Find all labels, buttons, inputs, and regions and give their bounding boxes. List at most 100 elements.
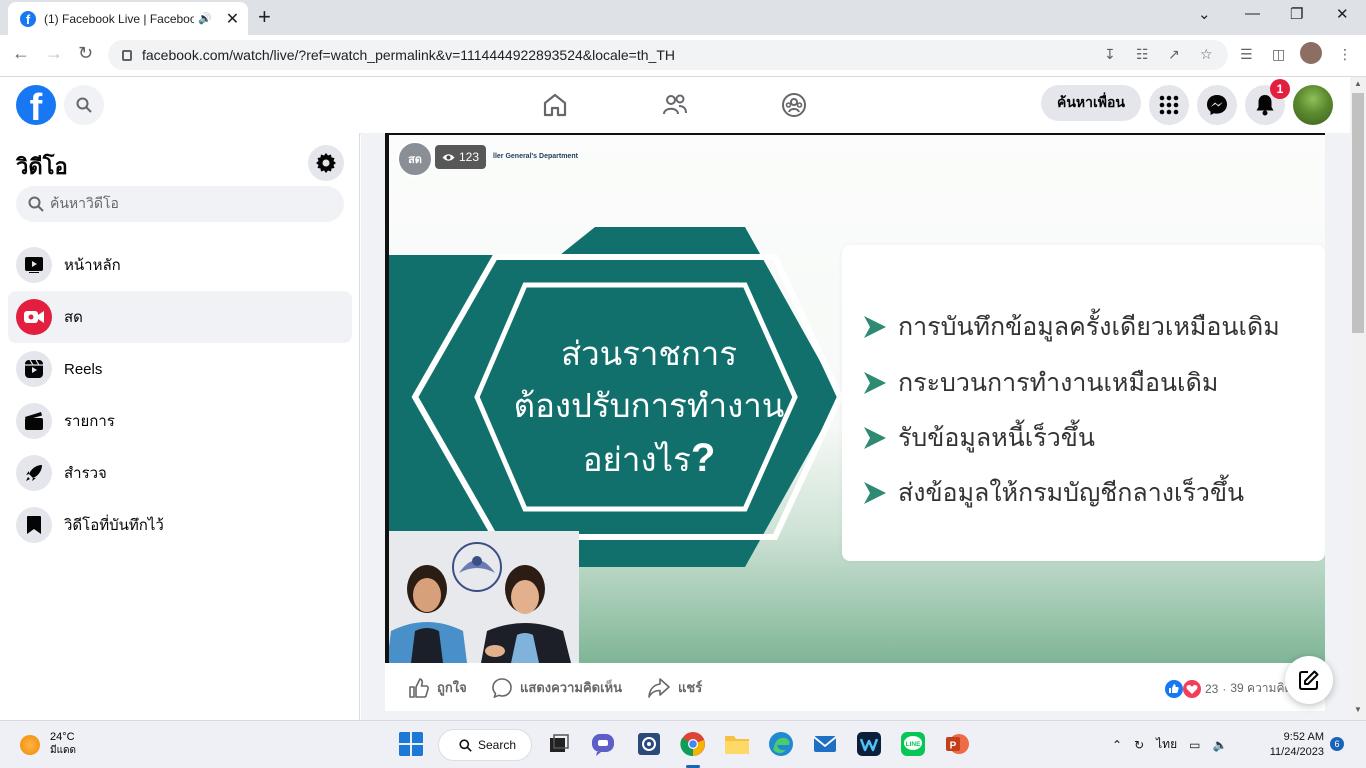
tab-search-chevron-icon[interactable]: ⌄ [1198, 5, 1211, 23]
sidebar-item-shows[interactable]: รายการ [8, 395, 352, 447]
weather-description: มีแดด [50, 745, 77, 756]
powerpoint-icon[interactable]: P [944, 731, 970, 757]
share-button[interactable]: แชร์ [648, 677, 702, 698]
close-tab-icon[interactable]: ✕ [226, 9, 239, 29]
account-avatar[interactable] [1293, 85, 1333, 125]
taskbar-search-button[interactable]: Search [438, 729, 532, 761]
facebook-favicon-icon: f [20, 10, 36, 27]
messenger-button[interactable] [1197, 85, 1237, 125]
comment-button[interactable]: แสดงความคิดเห็น [492, 677, 622, 698]
sidebar-item-explore[interactable]: สำรวจ [8, 447, 352, 499]
sidebar-item-home[interactable]: หน้าหลัก [8, 239, 352, 291]
search-button[interactable] [64, 85, 104, 125]
screen-capture-icon[interactable] [636, 731, 662, 757]
reaction-summary[interactable]: 23 · 39 ความคิดเ [1165, 679, 1296, 698]
bookmark-star-icon[interactable]: ☆ [1200, 46, 1213, 63]
home-icon[interactable] [541, 91, 569, 119]
video-sidebar: วิดีโอ ค้นหาวิดีโอ หน้าหลัก สด Reels ราย… [0, 133, 360, 720]
compose-icon [1299, 670, 1319, 690]
rocket-icon [16, 455, 52, 491]
scroll-up-arrow-icon[interactable]: ▲ [1354, 79, 1362, 88]
reaction-count: 23 [1205, 681, 1219, 696]
line-app-icon[interactable]: LINE [900, 731, 926, 757]
new-message-button[interactable] [1285, 656, 1333, 704]
svg-text:P: P [950, 741, 957, 752]
tray-chevron-up-icon[interactable]: ⌃ [1112, 738, 1122, 752]
windows-start-icon[interactable] [398, 731, 424, 757]
browser-toolbar: ← → ↻ facebook.com/watch/live/?ref=watch… [0, 35, 1366, 77]
system-clock[interactable]: 9:52 AM 11/24/2023 [1262, 730, 1324, 760]
sidebar-item-live[interactable]: สด [8, 291, 352, 343]
bullet-text: การบันทึกข้อมูลครั้งเดียวเหมือนเดิม [898, 313, 1280, 341]
love-reaction-icon [1183, 679, 1201, 698]
url-text[interactable]: facebook.com/watch/live/?ref=watch_perma… [142, 47, 675, 63]
sun-icon [20, 734, 40, 755]
slide-bullet-card: การบันทึกข้อมูลครั้งเดียวเหมือนเดิม กระบ… [842, 245, 1325, 561]
task-view-icon[interactable] [546, 731, 572, 757]
notification-center-badge[interactable]: 6 [1330, 737, 1344, 751]
question-mark: ? [690, 436, 716, 480]
sidebar-title: วิดีโอ [16, 154, 68, 179]
slide-bullet: ส่งข้อมูลให้กรมบัญชีกลางเร็วขึ้น [862, 473, 1244, 513]
facebook-header: f ค้นหาเพื่อน 1 [0, 77, 1350, 133]
maximize-button[interactable]: ❐ [1290, 5, 1303, 23]
scrollbar-thumb[interactable] [1352, 93, 1364, 333]
groups-icon[interactable] [780, 91, 808, 119]
side-panel-icon[interactable]: ◫ [1272, 46, 1285, 63]
sync-icon[interactable]: ↻ [1134, 738, 1144, 752]
chrome-icon[interactable] [680, 731, 706, 757]
display-icon[interactable]: ▭ [1189, 738, 1200, 752]
menu-button[interactable] [1149, 85, 1189, 125]
comment-icon [492, 677, 512, 698]
media-control-icon[interactable]: ☰ [1240, 46, 1253, 63]
translate-icon[interactable]: ☷ [1136, 46, 1149, 63]
friends-icon[interactable] [661, 91, 689, 119]
like-label: ถูกใจ [437, 680, 467, 695]
like-reaction-icon [1165, 679, 1183, 698]
post-action-bar: ถูกใจ แสดงความคิดเห็น แชร์ 23 · 39 ความค… [385, 663, 1325, 711]
reels-icon [16, 351, 52, 387]
webex-icon[interactable] [856, 731, 882, 757]
address-bar[interactable]: facebook.com/watch/live/?ref=watch_perma… [108, 40, 1228, 70]
close-window-button[interactable]: ✕ [1336, 5, 1349, 23]
video-top-border [389, 133, 1325, 135]
share-icon [648, 677, 670, 698]
forward-arrow-icon[interactable]: → [45, 43, 63, 64]
video-search-input[interactable]: ค้นหาวิดีโอ [16, 186, 344, 222]
like-button[interactable]: ถูกใจ [409, 677, 467, 698]
chrome-menu-icon[interactable]: ⋮ [1338, 46, 1352, 63]
weather-widget[interactable]: 24°C มีแดด [20, 731, 76, 758]
bullet-arrow-icon [864, 427, 886, 449]
minimize-button[interactable]: — [1245, 5, 1260, 22]
settings-button[interactable] [308, 145, 344, 181]
teams-chat-icon[interactable] [590, 731, 616, 757]
new-tab-button[interactable]: + [258, 4, 271, 30]
scroll-down-arrow-icon[interactable]: ▼ [1354, 705, 1362, 714]
facebook-logo[interactable]: f [16, 85, 56, 125]
live-video-player[interactable]: สด 123 ller General's Department ส่วนราช… [385, 133, 1325, 663]
page-scrollbar[interactable]: ▲ ▼ [1350, 77, 1366, 720]
back-arrow-icon[interactable]: ← [12, 43, 30, 64]
sidebar-item-reels[interactable]: Reels [8, 343, 352, 395]
reload-icon[interactable]: ↻ [78, 43, 93, 64]
lock-icon[interactable] [122, 49, 132, 61]
audio-playing-icon[interactable]: 🔊 [198, 12, 212, 25]
edge-icon[interactable] [768, 731, 794, 757]
find-friends-button[interactable]: ค้นหาเพื่อน [1041, 85, 1141, 121]
browser-tab[interactable]: f (1) Facebook Live | Facebook 🔊 ✕ [8, 2, 248, 35]
install-app-icon[interactable]: ↧ [1104, 46, 1116, 63]
file-explorer-icon[interactable] [724, 731, 750, 757]
temperature: 24°C [50, 731, 75, 743]
live-badge: สด [397, 141, 433, 177]
share-page-icon[interactable]: ↗ [1168, 46, 1180, 63]
viewer-count-value: 123 [459, 150, 480, 164]
bullet-text: กระบวนการทำงานเหมือนเดิม [898, 369, 1219, 397]
sidebar-item-saved-videos[interactable]: วิดีโอที่บันทึกไว้ [8, 499, 352, 551]
mail-icon[interactable] [812, 731, 838, 757]
slide-heading-line: ต้องปรับการทำงาน [513, 387, 785, 424]
grid-menu-icon [1159, 95, 1179, 115]
profile-avatar[interactable] [1300, 42, 1322, 64]
language-indicator[interactable]: ไทย [1156, 735, 1177, 754]
sidebar-item-label: Reels [64, 360, 103, 378]
volume-icon[interactable]: 🔈 [1212, 738, 1227, 752]
